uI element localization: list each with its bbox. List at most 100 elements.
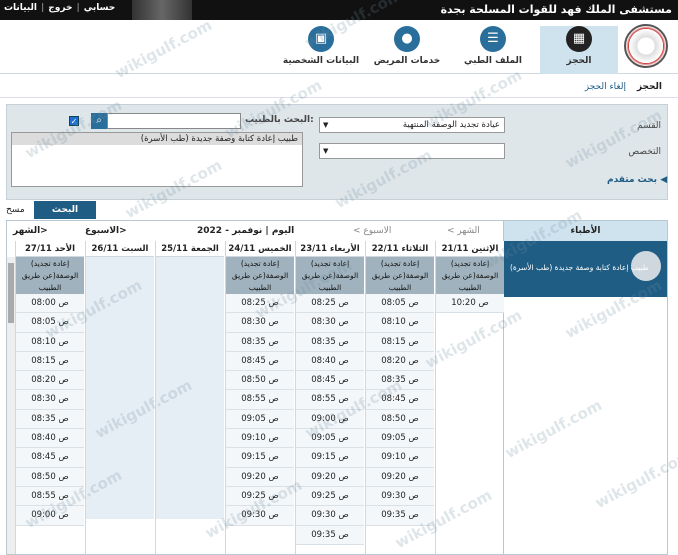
day-column: الإثنين 21/11 (إعادة تجديد الوصفة(عن طريق… bbox=[435, 241, 504, 554]
search-button[interactable]: البحث bbox=[34, 201, 96, 219]
booking-link[interactable]: الحجز bbox=[637, 82, 662, 92]
clear-button[interactable]: مسح bbox=[6, 205, 25, 215]
time-slot[interactable]: 08:50 ص bbox=[16, 467, 84, 487]
time-slot[interactable]: 09:20 ص bbox=[366, 467, 434, 487]
time-slot[interactable]: 10:20 ص bbox=[436, 294, 504, 314]
cancel-booking-link[interactable]: إلغاء الحجز bbox=[585, 82, 626, 92]
time-slot[interactable]: 08:55 ص bbox=[16, 486, 84, 507]
data-link[interactable]: البيانات bbox=[4, 3, 37, 13]
filters-panel: القسم عيادة تجديد الوصفة المنتهية ▼ التخ… bbox=[6, 104, 668, 200]
day-header: الإثنين 21/11 bbox=[436, 241, 504, 257]
time-slot[interactable]: 08:10 ص bbox=[366, 313, 434, 333]
triangle-left-icon: ◀ bbox=[660, 175, 668, 185]
time-slot[interactable]: 08:05 ص bbox=[366, 294, 434, 314]
empty-day bbox=[156, 257, 224, 519]
specialty-select[interactable]: ▼ bbox=[319, 143, 505, 159]
next-month-link[interactable]: الشهر> bbox=[13, 226, 48, 236]
time-slot[interactable]: 08:20 ص bbox=[366, 351, 434, 372]
advanced-search-link[interactable]: بحث متقدم ◀ bbox=[607, 175, 667, 185]
day-column: الخميس 24/11 (إعادة تجديد الوصفة(عن طريق … bbox=[225, 241, 294, 554]
service-label: (إعادة تجديد الوصفة(عن طريق الطبيب bbox=[226, 257, 294, 294]
hospital-logo bbox=[624, 24, 668, 68]
time-slot[interactable]: 09:30 ص bbox=[226, 506, 294, 526]
time-slot[interactable]: 09:20 ص bbox=[296, 467, 364, 487]
time-slot[interactable]: 08:00 ص bbox=[16, 294, 84, 314]
time-slot[interactable]: 09:00 ص bbox=[296, 409, 364, 430]
service-label: (إعادة تجديد الوصفة(عن طريق الطبيب bbox=[296, 257, 364, 294]
time-slot[interactable]: 08:45 ص bbox=[296, 371, 364, 391]
time-slot[interactable]: 08:25 ص bbox=[296, 294, 364, 314]
time-slot[interactable]: 08:35 ص bbox=[296, 332, 364, 352]
time-slot[interactable]: 08:40 ص bbox=[296, 351, 364, 372]
time-slot[interactable]: 08:25 ص bbox=[226, 294, 294, 314]
time-slot[interactable]: 08:20 ص bbox=[16, 371, 84, 391]
time-slot[interactable]: 08:15 ص bbox=[16, 351, 84, 372]
scrollbar-thumb[interactable] bbox=[8, 263, 14, 323]
department-label: القسم bbox=[637, 121, 661, 131]
logout-link[interactable]: خروج bbox=[48, 3, 72, 13]
time-slot[interactable]: 08:35 ص bbox=[366, 371, 434, 391]
today-label[interactable]: اليوم | نوفمبر - 2022 bbox=[197, 226, 294, 236]
doctors-header: الأطباء bbox=[504, 221, 667, 241]
time-slot[interactable]: 09:05 ص bbox=[296, 429, 364, 449]
tab-medical-file[interactable]: ☰ الملف الطبي bbox=[454, 26, 532, 74]
time-slot[interactable]: 08:35 ص bbox=[226, 332, 294, 352]
calendar-nav: الشهر> الاسبوع> اليوم | نوفمبر - 2022 < … bbox=[7, 221, 505, 241]
department-select[interactable]: عيادة تجديد الوصفة المنتهية ▼ bbox=[319, 117, 505, 133]
doctor-list[interactable]: طبيب إعادة كتابة وصفة جديدة (طب الأسرة) bbox=[11, 132, 303, 187]
next-week-link[interactable]: الاسبوع> bbox=[85, 226, 127, 236]
divider: | bbox=[41, 3, 45, 13]
time-slot[interactable]: 09:05 ص bbox=[226, 409, 294, 430]
time-slot[interactable]: 08:45 ص bbox=[226, 351, 294, 372]
time-slot[interactable]: 09:10 ص bbox=[366, 448, 434, 468]
time-slot[interactable]: 08:50 ص bbox=[226, 371, 294, 391]
day-header: الأحد 27/11 bbox=[16, 241, 84, 257]
time-slot[interactable]: 08:35 ص bbox=[16, 409, 84, 430]
prev-week-link[interactable]: < الاسبوع bbox=[353, 226, 391, 236]
time-slot[interactable]: 08:45 ص bbox=[16, 448, 84, 468]
time-slot[interactable]: 09:15 ص bbox=[296, 448, 364, 468]
time-slot[interactable]: 08:50 ص bbox=[366, 409, 434, 430]
time-slot[interactable]: 08:30 ص bbox=[226, 313, 294, 333]
doctor-list-item[interactable]: طبيب إعادة كتابة وصفة جديدة (طب الأسرة) bbox=[12, 133, 302, 145]
doctor-search-input[interactable] bbox=[107, 113, 241, 129]
service-label: (إعادة تجديد الوصفة(عن طريق الطبيب bbox=[16, 257, 84, 294]
time-slot[interactable]: 09:10 ص bbox=[226, 429, 294, 449]
day-header: الخميس 24/11 bbox=[226, 241, 294, 257]
tab-personal-data[interactable]: ▣ البيانات الشخصية bbox=[282, 26, 360, 74]
time-slot[interactable]: 09:15 ص bbox=[226, 448, 294, 468]
time-slot[interactable]: 09:25 ص bbox=[296, 486, 364, 507]
time-slot[interactable]: 08:10 ص bbox=[16, 332, 84, 352]
tab-booking[interactable]: ▦ الحجز bbox=[540, 26, 618, 74]
search-icon[interactable]: ⌕ bbox=[91, 113, 107, 129]
tab-patient-services[interactable]: ● خدمات المريض bbox=[368, 26, 446, 74]
scrollbar[interactable] bbox=[7, 257, 15, 554]
doctor-card[interactable]: طبيب إعادة كتابة وصفة جديدة (طب الأسرة) bbox=[504, 241, 667, 297]
time-slot[interactable]: 08:15 ص bbox=[366, 332, 434, 352]
day-header: الجمعة 25/11 bbox=[156, 241, 224, 257]
service-label: (إعادة تجديد الوصفة(عن طريق الطبيب bbox=[366, 257, 434, 294]
time-slot[interactable]: 08:55 ص bbox=[296, 390, 364, 410]
time-slot[interactable]: 08:45 ص bbox=[366, 390, 434, 410]
time-slot[interactable]: 09:20 ص bbox=[226, 467, 294, 487]
time-slot[interactable]: 08:55 ص bbox=[226, 390, 294, 410]
day-header: الأربعاء 23/11 bbox=[296, 241, 364, 257]
time-slot[interactable]: 09:30 ص bbox=[366, 486, 434, 507]
time-slot[interactable]: 08:30 ص bbox=[296, 313, 364, 333]
time-slot[interactable]: 08:05 ص bbox=[16, 313, 84, 333]
day-column: الثلاثاء 22/11 (إعادة تجديد الوصفة(عن طري… bbox=[365, 241, 434, 554]
my-account-link[interactable]: حسابي bbox=[84, 3, 116, 13]
time-slot[interactable]: 08:40 ص bbox=[16, 429, 84, 449]
prev-month-link[interactable]: < الشهر bbox=[447, 226, 480, 236]
chevron-down-icon: ▼ bbox=[323, 121, 329, 129]
time-slot[interactable]: 08:30 ص bbox=[16, 390, 84, 410]
time-slot[interactable]: 09:35 ص bbox=[366, 506, 434, 526]
checkbox[interactable]: ✓ bbox=[69, 116, 79, 126]
time-slot[interactable]: 09:25 ص bbox=[226, 486, 294, 507]
time-slot[interactable]: 09:00 ص bbox=[16, 506, 84, 526]
time-slot[interactable]: 09:35 ص bbox=[296, 525, 364, 545]
time-slot[interactable]: 09:05 ص bbox=[366, 429, 434, 449]
id-card-icon: ▣ bbox=[308, 26, 334, 52]
time-slot[interactable]: 09:30 ص bbox=[296, 506, 364, 526]
top-links: حسابي | خروج | البيانات bbox=[4, 3, 115, 13]
